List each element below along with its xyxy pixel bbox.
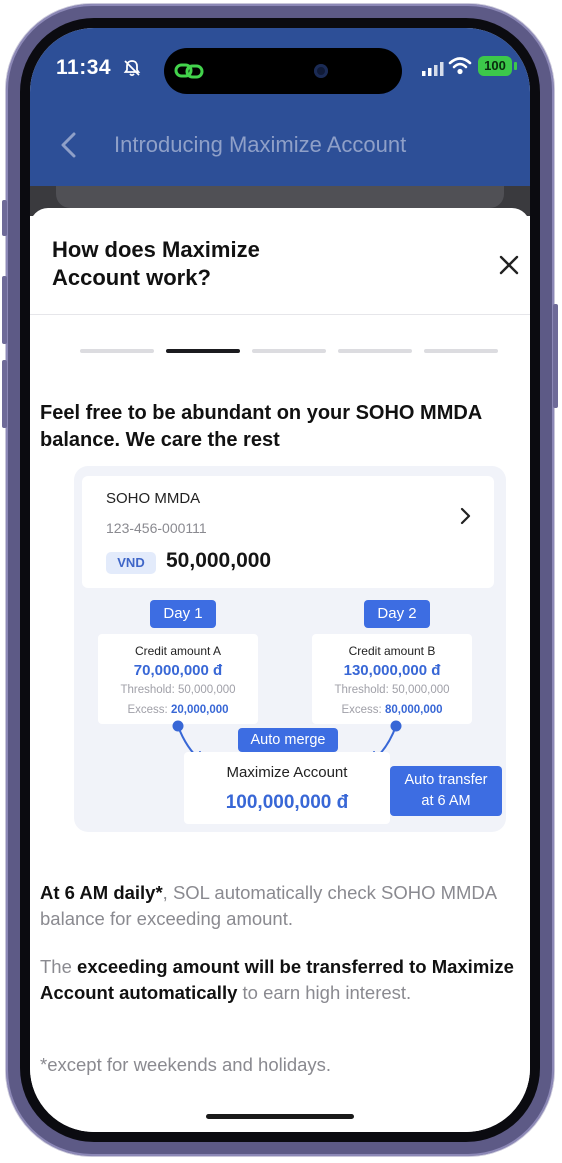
credit-label: Credit amount B <box>348 644 436 658</box>
auto-merge-tag: Auto merge <box>238 728 338 752</box>
footnote: *except for weekends and holidays. <box>40 1054 332 1075</box>
threshold-value: 50,000,000 <box>391 684 450 696</box>
credit-amount: 70,000,000 đ <box>133 662 223 679</box>
threshold-label: Threshold: <box>334 684 389 696</box>
threshold-value: 50,000,000 <box>177 684 236 696</box>
maximize-account-box: Maximize Account 100,000,000 đ <box>184 752 390 824</box>
sheet-title: How does Maximize Account work? <box>52 237 260 290</box>
excess-label: Excess: <box>127 704 168 716</box>
step-indicator-3 <box>252 349 326 353</box>
threshold-label: Threshold: <box>120 684 175 696</box>
chevron-left-icon[interactable] <box>60 132 78 158</box>
account-card: SOHO MMDA 123-456-000111 VND 50,000,000 <box>82 476 494 588</box>
paragraph-daily-check: At 6 AM daily*, SOL automatically check … <box>40 880 520 932</box>
auto-transfer-tag: Auto transfer at 6 AM <box>390 766 502 816</box>
power-button <box>553 304 558 408</box>
p2-pre: The <box>40 956 78 977</box>
link-app-icon <box>174 63 204 79</box>
excess-line: Excess: 80,000,000 <box>312 704 472 716</box>
volume-down-button <box>2 360 7 428</box>
step-indicator-5 <box>424 349 498 353</box>
threshold-line: Threshold: 50,000,000 <box>98 684 258 696</box>
dynamic-island <box>164 48 402 94</box>
p2-rest: to earn high interest. <box>237 982 412 1003</box>
day-1-tag: Day 1 <box>150 600 216 628</box>
excess-label: Excess: <box>341 704 382 716</box>
excess-value: 20,000,000 <box>170 704 229 716</box>
maximize-amount: 100,000,000 đ <box>225 792 349 813</box>
step-indicator-4 <box>338 349 412 353</box>
auto-transfer-line-1: Auto transfer <box>404 772 488 788</box>
mute-switch <box>2 200 7 236</box>
maximize-label: Maximize Account <box>226 764 348 781</box>
volume-up-button <box>2 276 7 344</box>
excess-line: Excess: 20,000,000 <box>98 704 258 716</box>
screen: 11:34 100 Introducing Maximize Account H… <box>30 28 530 1132</box>
credit-amount: 130,000,000 đ <box>343 662 441 679</box>
close-icon[interactable] <box>498 254 520 276</box>
credit-card-a: Credit amount A 70,000,000 đ Threshold: … <box>98 634 258 724</box>
home-indicator[interactable] <box>206 1114 354 1119</box>
day-2-tag: Day 2 <box>364 600 430 628</box>
nav-title: Introducing Maximize Account <box>114 132 407 157</box>
chevron-right-icon <box>460 507 471 525</box>
credit-card-b: Credit amount B 130,000,000 đ Threshold:… <box>312 634 472 724</box>
battery-nub <box>514 62 517 70</box>
header-divider <box>30 314 530 315</box>
step-indicator-2 <box>166 349 240 353</box>
bottom-sheet: How does Maximize Account work? Feel fre… <box>30 208 530 1132</box>
phone-frame: 11:34 100 Introducing Maximize Account H… <box>2 4 558 1156</box>
headline: Feel free to be abundant on your SOHO MM… <box>40 402 482 451</box>
bell-slash-icon <box>123 60 141 77</box>
currency-badge: VND <box>106 552 156 574</box>
explainer-illustration: SOHO MMDA 123-456-000111 VND 50,000,000 … <box>74 466 506 832</box>
credit-label: Credit amount A <box>134 644 222 658</box>
account-name: SOHO MMDA <box>106 490 201 507</box>
top-app-bar: 11:34 100 Introducing Maximize Account <box>30 28 530 186</box>
paragraph-transfer: The exceeding amount will be transferred… <box>40 954 520 1006</box>
account-number: 123-456-000111 <box>106 520 207 536</box>
front-camera <box>314 64 328 78</box>
battery-icon: 100 <box>478 56 512 76</box>
auto-transfer-line-2: at 6 AM <box>421 793 471 809</box>
signal-icon <box>422 62 444 76</box>
phone-bezel: 11:34 100 Introducing Maximize Account H… <box>20 18 540 1142</box>
threshold-line: Threshold: 50,000,000 <box>312 684 472 696</box>
p1-bold: At 6 AM daily* <box>40 882 163 903</box>
dimmed-card <box>56 186 504 208</box>
excess-value: 80,000,000 <box>384 704 443 716</box>
account-balance: 50,000,000 <box>166 549 272 572</box>
status-time: 11:34 <box>56 56 112 79</box>
step-indicator-1 <box>80 349 154 353</box>
wifi-icon <box>448 57 472 75</box>
